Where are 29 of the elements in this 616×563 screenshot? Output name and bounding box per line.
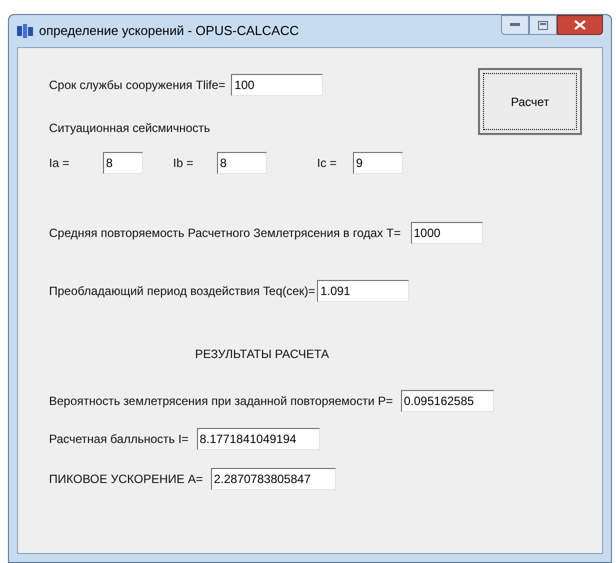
maximize-icon (538, 20, 548, 30)
field-label: Ib = (172, 155, 194, 172)
field-label: Ia = (49, 155, 70, 172)
field-label: Вероятность землетрясения при заданной повторяемости P= (49, 393, 393, 410)
text-field[interactable]: 1000 (410, 222, 483, 244)
text-field[interactable]: 8 (217, 152, 267, 174)
text-field[interactable]: 100 (231, 74, 324, 96)
close-button[interactable] (557, 15, 603, 35)
app-icon (17, 24, 33, 38)
window-title: определение ускорений - OPUS-CALCACC (39, 22, 299, 40)
field-label: Ситуационная сейсмичность (49, 121, 210, 135)
text-field[interactable]: 9 (353, 152, 403, 174)
text-field[interactable]: 8 (103, 152, 143, 174)
minimize-button[interactable] (501, 15, 529, 35)
results-heading: РЕЗУЛЬТАТЫ РАСЧЕТА (195, 347, 330, 361)
maximize-button[interactable] (529, 15, 557, 35)
close-icon (574, 20, 586, 30)
field-label: Срок службы сооружения Tlife= (49, 77, 226, 94)
calculate-button[interactable]: Расчет (478, 68, 582, 135)
text-field[interactable]: 2.2870783805847 (210, 468, 336, 490)
field-label: Средняя повторяемость Расчетного Землетрясения в годах T= (49, 225, 401, 242)
minimize-icon (510, 23, 520, 27)
field-label: ПИКОВОЕ УСКОРЕНИЕ A= (49, 471, 203, 488)
field-label: Преобладающий период воздействия Teq(сек)= (49, 283, 316, 300)
field-label: Расчетная балльность I= (49, 431, 189, 448)
text-field[interactable]: 8.1771841049194 (196, 428, 320, 450)
text-field[interactable]: 0.095162585 (400, 390, 494, 412)
field-label: Ic = (316, 155, 338, 172)
text-field[interactable]: 1.091 (317, 280, 410, 302)
